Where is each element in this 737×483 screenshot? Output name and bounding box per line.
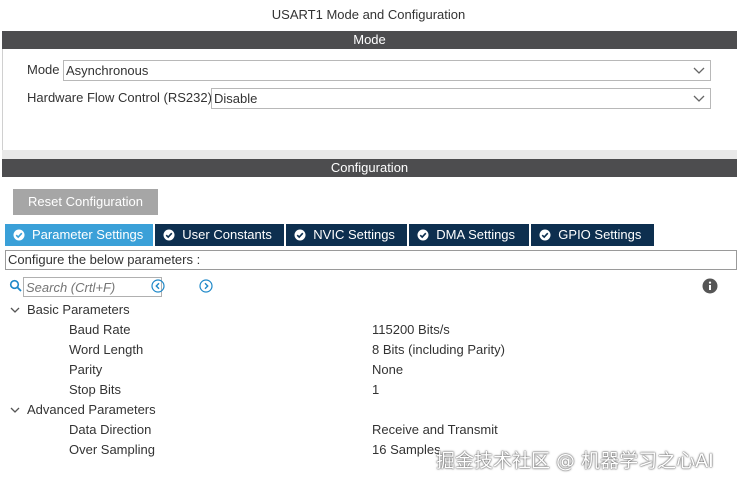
- advanced-parameters-group: Advanced Parameters: [27, 402, 156, 417]
- tab-label: User Constants: [182, 227, 272, 242]
- param-name: Data Direction: [69, 422, 152, 437]
- tab-label: GPIO Settings: [558, 227, 642, 242]
- tab-gpio-settings[interactable]: GPIO Settings: [531, 224, 655, 246]
- check-circle-icon: [539, 229, 551, 241]
- tab-label: NVIC Settings: [313, 227, 395, 242]
- reset-configuration-button[interactable]: Reset Configuration: [13, 189, 158, 215]
- search-next-icon[interactable]: [199, 279, 213, 293]
- section-divider: [2, 150, 737, 159]
- check-circle-icon: [417, 229, 429, 241]
- mode-label: Mode: [27, 62, 60, 77]
- mode-select[interactable]: Asynchronous: [63, 60, 711, 81]
- window-title: USART1 Mode and Configuration: [271, 7, 466, 22]
- expand-caret-icon[interactable]: [9, 304, 21, 316]
- expand-caret-icon[interactable]: [9, 404, 21, 416]
- param-value[interactable]: 8 Bits (including Parity): [372, 340, 505, 360]
- tab-dma-settings[interactable]: DMA Settings: [409, 224, 530, 246]
- param-name: Baud Rate: [69, 322, 131, 337]
- settings-tabs: Parameter Settings User Constants NVIC S…: [5, 224, 656, 246]
- param-name: Stop Bits: [69, 382, 122, 397]
- param-value[interactable]: None: [372, 360, 403, 380]
- param-value[interactable]: 1: [372, 380, 379, 400]
- parameter-instruction: Configure the below parameters :: [5, 250, 737, 270]
- chevron-down-icon: [693, 67, 705, 74]
- mode-section-header: Mode: [2, 31, 737, 49]
- tab-nvic-settings[interactable]: NVIC Settings: [286, 224, 408, 246]
- param-value[interactable]: Receive and Transmit: [372, 420, 498, 440]
- watermark: 掘金技术社区 @ 机器学习之心AI: [436, 450, 714, 472]
- flow-control-select[interactable]: Disable: [211, 88, 711, 109]
- info-icon[interactable]: [702, 278, 718, 294]
- search-input[interactable]: [23, 277, 162, 297]
- param-value[interactable]: 16 Samples: [372, 440, 441, 460]
- tab-label: DMA Settings: [436, 227, 516, 242]
- param-value[interactable]: 115200 Bits/s: [372, 320, 450, 340]
- check-circle-icon: [294, 229, 306, 241]
- tab-label: Parameter Settings: [32, 227, 144, 242]
- search-icon[interactable]: [9, 279, 23, 293]
- flow-control-select-value: Disable: [214, 91, 258, 106]
- basic-parameters-group: Basic Parameters: [27, 302, 130, 317]
- param-name: Word Length: [69, 342, 144, 357]
- check-circle-icon: [163, 229, 175, 241]
- flow-control-label: Hardware Flow Control (RS232): [27, 90, 212, 105]
- tab-parameter-settings[interactable]: Parameter Settings: [5, 224, 154, 246]
- mode-select-value: Asynchronous: [66, 63, 149, 78]
- tab-user-constants[interactable]: User Constants: [155, 224, 285, 246]
- param-name: Parity: [69, 362, 103, 377]
- configuration-section-header: Configuration: [2, 159, 737, 177]
- chevron-down-icon: [693, 95, 705, 102]
- param-name: Over Sampling: [69, 442, 155, 457]
- search-previous-icon[interactable]: [151, 279, 165, 293]
- check-circle-icon: [13, 229, 25, 241]
